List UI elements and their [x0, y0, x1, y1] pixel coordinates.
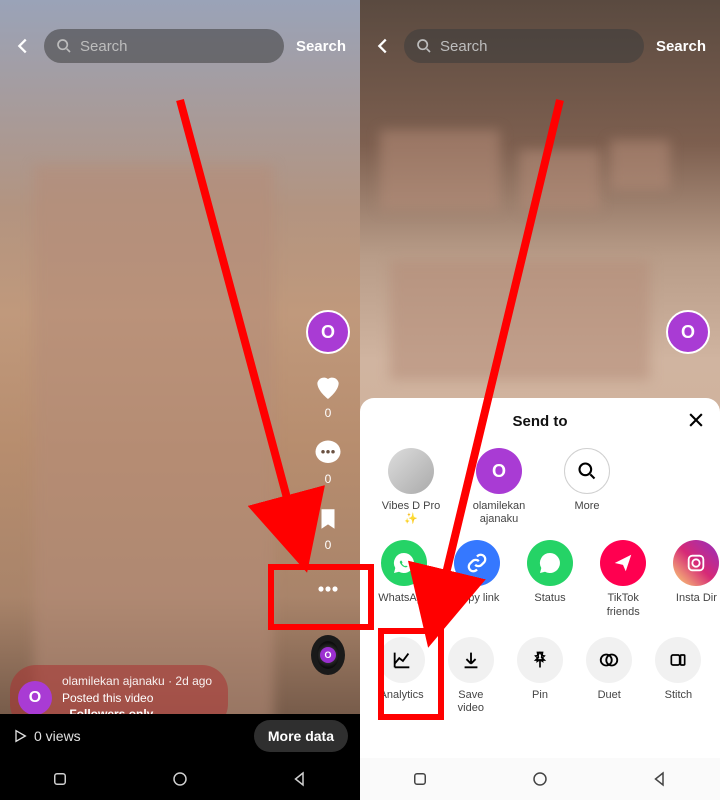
- nav-home-icon[interactable]: [171, 770, 189, 788]
- action-stitch[interactable]: Stitch: [653, 637, 704, 715]
- blur-region: [520, 150, 600, 210]
- blur-region: [380, 130, 500, 210]
- share-instagram[interactable]: Insta Dir: [669, 540, 720, 618]
- nav-recent-icon[interactable]: [411, 770, 429, 788]
- share-sheet: Send to Vibes D Pro ✨ O olamilekan ajana…: [360, 398, 720, 758]
- app-label: Status: [534, 592, 565, 618]
- contact-avatar-icon: O: [476, 448, 522, 494]
- share-more-contacts[interactable]: More: [552, 448, 622, 526]
- app-label: WhatsApp: [378, 592, 429, 618]
- left-screenshot: 5:39 ▣ ✆ 🛡 📳 ▮▮▯ ▮▮▯ 1.8K/s ▭41 Search S…: [0, 0, 360, 800]
- sheet-close-button[interactable]: [686, 410, 706, 434]
- search-icon: [416, 38, 432, 54]
- nav-back-icon[interactable]: [291, 770, 309, 788]
- instagram-icon: [673, 540, 719, 586]
- android-nav-bar: [360, 758, 720, 800]
- sound-disc[interactable]: O: [311, 638, 345, 672]
- search-input[interactable]: Search: [404, 29, 644, 63]
- action-pin[interactable]: Pin: [514, 637, 565, 715]
- blur-region: [610, 140, 670, 190]
- analytics-icon: [379, 637, 425, 683]
- share-contact-vibes[interactable]: Vibes D Pro ✨: [376, 448, 446, 526]
- sheet-title: Send to: [513, 413, 568, 430]
- share-copy-link[interactable]: Copy link: [449, 540, 504, 618]
- action-label: Stitch: [665, 689, 693, 715]
- like-count: 0: [325, 406, 332, 420]
- whatsapp-icon: [381, 540, 427, 586]
- sheet-row-actions: Analytics Save video Pin Duet Stitch: [360, 629, 720, 725]
- blur-region: [34, 165, 274, 725]
- action-analytics[interactable]: Analytics: [376, 637, 427, 715]
- sheet-row-apps: WhatsApp Copy link Status TikTok friends…: [360, 536, 720, 628]
- action-label: Save video: [445, 689, 496, 715]
- duet-icon: [586, 637, 632, 683]
- share-tiktok-friends[interactable]: TikTok friends: [596, 540, 651, 618]
- action-duet[interactable]: Duet: [584, 637, 635, 715]
- comment-icon: [311, 436, 345, 470]
- bookmark-icon: [311, 502, 345, 536]
- play-outline-icon: [12, 728, 28, 744]
- sheet-row-contacts: Vibes D Pro ✨ O olamilekan ajanaku More: [360, 444, 720, 536]
- contact-label: More: [574, 500, 599, 526]
- search-button[interactable]: Search: [654, 38, 708, 55]
- bookmark-count: 0: [325, 538, 332, 552]
- search-icon: [564, 448, 610, 494]
- stitch-icon: [655, 637, 701, 683]
- right-screenshot: 5:39 🖼 ▣ ✆ 🛡 📳 ▮▮▯ ▮▮▯ 148K/s ▭41 Search…: [360, 0, 720, 800]
- pill-avatar: O: [18, 681, 52, 715]
- share-whatsapp[interactable]: WhatsApp: [376, 540, 431, 618]
- android-nav-bar: [0, 758, 360, 800]
- top-bar: Search Search: [0, 22, 360, 70]
- link-icon: [454, 540, 500, 586]
- nav-recent-icon[interactable]: [51, 770, 69, 788]
- back-arrow-icon[interactable]: [372, 35, 394, 57]
- close-icon: [686, 410, 706, 430]
- app-label: Copy link: [454, 592, 499, 618]
- bookmark-button[interactable]: 0: [311, 502, 345, 552]
- blur-region: [390, 260, 650, 380]
- nav-home-icon[interactable]: [531, 770, 549, 788]
- search-placeholder: Search: [440, 38, 488, 55]
- action-save-video[interactable]: Save video: [445, 637, 496, 715]
- top-bar: Search Search: [360, 22, 720, 70]
- download-icon: [448, 637, 494, 683]
- heart-icon: [311, 370, 345, 404]
- views-count: 0 views: [12, 728, 81, 744]
- search-placeholder: Search: [80, 38, 128, 55]
- contact-avatar-icon: [388, 448, 434, 494]
- app-label: TikTok friends: [596, 592, 651, 618]
- comment-button[interactable]: 0: [311, 436, 345, 486]
- more-options-button[interactable]: [311, 572, 345, 606]
- disc-avatar: O: [320, 647, 336, 663]
- creator-avatar[interactable]: O: [306, 310, 350, 354]
- search-icon: [56, 38, 72, 54]
- send-icon: [600, 540, 646, 586]
- more-data-button[interactable]: More data: [254, 720, 348, 752]
- contact-label: olamilekan ajanaku: [464, 500, 534, 526]
- more-dots-icon: [311, 572, 345, 606]
- share-status[interactable]: Status: [522, 540, 577, 618]
- pin-icon: [517, 637, 563, 683]
- action-label: Duet: [598, 689, 621, 715]
- share-contact-olamilekan[interactable]: O olamilekan ajanaku: [464, 448, 534, 526]
- video-stats-bar: 0 views More data: [0, 714, 360, 758]
- app-label: Insta Dir: [676, 592, 717, 618]
- sheet-header: Send to: [360, 398, 720, 444]
- search-button[interactable]: Search: [294, 38, 348, 55]
- search-input[interactable]: Search: [44, 29, 284, 63]
- action-label: Pin: [532, 689, 548, 715]
- whatsapp-status-share-icon: [527, 540, 573, 586]
- contact-label: Vibes D Pro ✨: [376, 500, 446, 526]
- comment-count: 0: [325, 472, 332, 486]
- nav-back-icon[interactable]: [651, 770, 669, 788]
- back-arrow-icon[interactable]: [12, 35, 34, 57]
- like-button[interactable]: 0: [311, 370, 345, 420]
- action-label: Analytics: [380, 689, 424, 715]
- right-action-column: O 0 0 0 O: [306, 310, 350, 672]
- creator-avatar[interactable]: O: [666, 310, 710, 354]
